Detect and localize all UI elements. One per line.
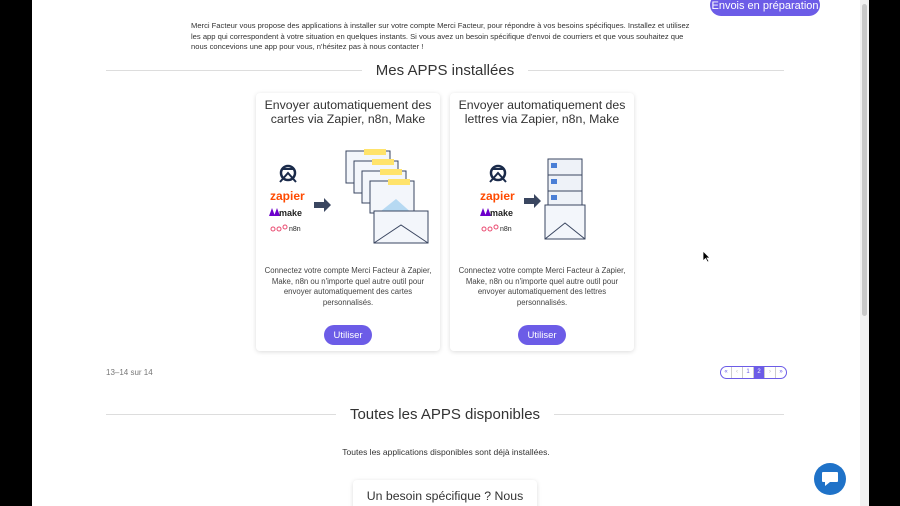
mouse-cursor-icon [702,250,711,263]
utiliser-button[interactable]: Utiliser [324,325,372,345]
besoin-specifique-card: Un besoin spécifique ? Nous [353,480,537,506]
first-page-button[interactable]: « [721,367,732,378]
prev-page-button[interactable]: ‹ [732,367,743,378]
app-card-title: Envoyer automatiquement des lettres via … [458,98,626,126]
make-logo-icon: make [480,208,513,218]
chat-bubble-icon [822,472,838,486]
app-card-description: Connectez votre compte Merci Facteur à Z… [458,266,626,307]
svg-text:n8n: n8n [500,226,512,233]
intro-text: Merci Facteur vous propose des applicati… [191,21,690,51]
installed-section-header: Mes APPS installées [106,62,784,79]
next-page-button[interactable]: › [765,367,776,378]
utiliser-button[interactable]: Utiliser [518,325,566,345]
scrollbar[interactable] [860,0,869,506]
divider [528,70,784,71]
svg-text:zapier: zapier [270,189,305,203]
scrollbar-thumb[interactable] [862,4,867,316]
svg-text:make: make [490,208,513,218]
cards-stack-icon [345,149,429,244]
pagination-summary: 13–14 sur 14 [106,368,153,377]
svg-text:make: make [279,208,302,218]
pagination: « ‹ 1 2 › » [720,366,787,379]
available-section-header: Toutes les APPS disponibles [106,406,784,423]
app-card-cartes: Envoyer automatiquement des cartes via Z… [256,93,440,351]
app-card-title: Envoyer automatiquement des cartes via Z… [264,98,432,126]
app-card-lettres: Envoyer automatiquement des lettres via … [450,93,634,351]
make-logo-icon: make [269,208,302,218]
arrow-right-icon [314,198,331,212]
arrow-right-icon [524,194,541,208]
besoin-title: Un besoin spécifique ? Nous [366,489,524,503]
letters-stack-icon [544,158,586,240]
available-empty-message: Toutes les applications disponibles sont… [342,447,550,457]
installed-section-title: Mes APPS installées [375,62,515,79]
n8n-logo-icon: n8n [481,224,512,233]
page: Envois en préparation Merci Facteur vous… [32,0,860,506]
divider [554,414,784,415]
envois-en-preparation-button[interactable]: Envois en préparation [710,0,820,16]
n8n-logo-icon: n8n [270,224,301,233]
available-section-title: Toutes les APPS disponibles [349,406,541,423]
divider [106,70,362,71]
chat-button[interactable] [814,463,846,495]
cartes-illustration: zapier make n8n [269,149,429,244]
zapier-logo-icon: zapier [480,164,515,203]
last-page-button[interactable]: » [776,367,786,378]
page-1-button[interactable]: 1 [743,367,754,378]
app-card-description: Connectez votre compte Merci Facteur à Z… [264,266,432,307]
divider [106,414,336,415]
svg-text:n8n: n8n [289,226,301,233]
svg-text:zapier: zapier [480,189,515,203]
lettres-illustration: zapier make n8n [480,158,586,240]
zapier-logo-icon: zapier [270,164,305,203]
page-2-button[interactable]: 2 [754,367,765,378]
